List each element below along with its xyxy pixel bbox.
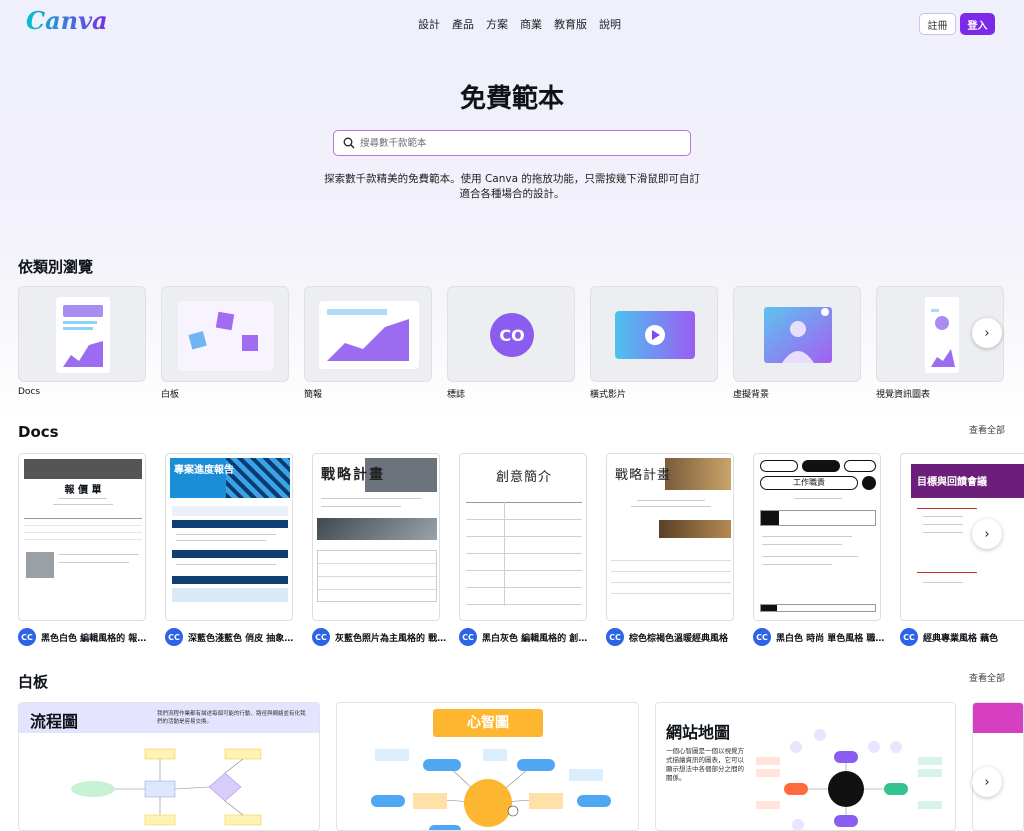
logo-illustration: CO (490, 313, 534, 357)
wb-thumb-desc: 我們流程作業都有描述每個可能的行動、路徑與網絡並有化我們的活動是容易交換。 (157, 711, 306, 725)
canva-logo[interactable]: Canva (26, 6, 108, 35)
whiteboard-section-title: 白板 (18, 673, 49, 691)
nav-business[interactable]: 商業 (520, 16, 542, 32)
hero-description: 探索數千款精美的免費範本。使用 Canva 的拖放功能，只需按幾下滑鼠即可自訂適… (324, 173, 700, 200)
whiteboard-template-card[interactable] (972, 702, 1024, 831)
doc-thumb-title: 目標與回饋會議 (917, 477, 987, 488)
doc-meta: CC 黑色白色 編輯風格的 報價單 (18, 628, 156, 646)
nav-help[interactable]: 說明 (599, 16, 621, 32)
chevron-right-icon: › (984, 774, 990, 790)
doc-title[interactable]: 黑白色 時尚 單色風格 職務和工作職責 (776, 631, 890, 644)
category-logo[interactable]: CO (447, 286, 575, 382)
category-whiteboard[interactable] (161, 286, 289, 382)
doc-meta: CC 黑白色 時尚 單色風格 職務和工作職責 (753, 628, 891, 646)
mindmap-illustration (371, 749, 611, 830)
doc-template-card[interactable]: 報 價 單 (18, 453, 146, 621)
signup-button[interactable]: 註冊 (919, 13, 956, 35)
doc-title[interactable]: 經典專業風格 藕色 (923, 631, 1024, 644)
doc-template-card[interactable]: 創意簡介 (459, 453, 587, 621)
docs-illustration (56, 297, 110, 373)
doc-thumb-photo (24, 459, 142, 479)
doc-thumb-title: 專案進度報告 (174, 465, 234, 476)
doc-template-card[interactable]: 目標與回饋會議 (900, 453, 1024, 621)
template-search[interactable] (333, 130, 691, 156)
presentation-illustration (319, 301, 419, 369)
nav-education[interactable]: 教育版 (554, 16, 587, 32)
creator-avatar[interactable]: CC (606, 628, 624, 646)
whiteboard-illustration (178, 301, 274, 371)
doc-meta: CC 黑白灰色 編輯風格的 創意簡介 (459, 628, 597, 646)
category-next-button[interactable]: › (972, 318, 1002, 348)
doc-title[interactable]: 棕色棕褐色溫暖經典風格 (629, 631, 743, 644)
doc-template-card[interactable]: 戰略計畫 (606, 453, 734, 621)
creator-avatar[interactable]: CC (900, 628, 918, 646)
whiteboard-template-flowchart[interactable]: 流程圖 我們流程作業都有描述每個可能的行動、路徑與網絡並有化我們的活動是容易交換… (18, 702, 320, 831)
docs-next-button[interactable]: › (972, 519, 1002, 549)
login-button[interactable]: 登入 (960, 13, 995, 35)
creator-avatar[interactable]: CC (459, 628, 477, 646)
whiteboard-template-mindmap[interactable]: 心智圖 (336, 702, 639, 831)
creator-avatar[interactable]: CC (312, 628, 330, 646)
doc-title[interactable]: 黑白灰色 編輯風格的 創意簡介 (482, 631, 596, 644)
category-label-logo: 標誌 (447, 390, 466, 400)
category-label-video: 橫式影片 (590, 390, 627, 400)
category-label-whiteboard: 白板 (161, 390, 180, 400)
chevron-right-icon: › (984, 325, 990, 341)
search-input[interactable] (360, 134, 680, 153)
category-docs[interactable] (18, 286, 146, 382)
doc-thumb-title: 創意簡介 (495, 470, 552, 485)
nav-product[interactable]: 產品 (452, 16, 474, 32)
whiteboard-template-sitemap[interactable]: 網站地圖 一個心智圖是一個以視覺方式描繪資訊的圖表，它可以顯示想法中各個部分之間… (655, 702, 956, 831)
site-header: Canva 設計 產品 方案 商業 教育版 說明 註冊 登入 (0, 0, 1024, 46)
doc-thumb-title: 工作職責 (760, 476, 858, 490)
video-illustration (615, 311, 695, 359)
docs-section-title: Docs (18, 423, 59, 441)
doc-meta: CC 經典專業風格 藕色 (900, 628, 1024, 646)
doc-thumb-title: 戰略計畫 (615, 468, 672, 483)
chevron-right-icon: › (984, 526, 990, 542)
category-label-virtual-background: 虛擬背景 (733, 390, 770, 400)
flowchart-illustration (71, 748, 262, 826)
nav-design[interactable]: 設計 (418, 16, 440, 32)
category-label-presentation: 簡報 (304, 390, 323, 400)
nav-plans[interactable]: 方案 (486, 16, 508, 32)
doc-meta: CC 棕色棕褐色溫暖經典風格 (606, 628, 744, 646)
doc-thumb-title: 報 價 單 (64, 485, 102, 496)
svg-text:CO: CO (499, 326, 524, 345)
doc-title[interactable]: 灰藍色照片為主風格的 戰略計畫 (335, 631, 449, 644)
doc-thumb-image (26, 552, 54, 578)
page-title: 免費範本 (459, 84, 564, 114)
category-presentation[interactable] (304, 286, 432, 382)
whiteboard-next-button[interactable]: › (972, 767, 1002, 797)
doc-thumb-title: 戰略計畫 (321, 467, 385, 483)
whiteboard-see-all-link[interactable]: 查看全部 (969, 671, 1005, 684)
category-landscape-video[interactable] (590, 286, 718, 382)
doc-template-card[interactable]: 專案進度報告 (165, 453, 293, 621)
virtual-background-illustration (764, 307, 832, 363)
category-virtual-background[interactable] (733, 286, 861, 382)
doc-template-card[interactable]: 戰略計畫 (312, 453, 440, 621)
docs-see-all-link[interactable]: 查看全部 (969, 423, 1005, 436)
doc-title[interactable]: 黑色白色 編輯風格的 報價單 (41, 631, 155, 644)
creator-avatar[interactable]: CC (753, 628, 771, 646)
search-icon (343, 137, 355, 149)
main-nav: 設計 產品 方案 商業 教育版 說明 (418, 16, 621, 32)
doc-meta: CC 灰藍色照片為主風格的 戰略計畫 (312, 628, 450, 646)
creator-avatar[interactable]: CC (18, 628, 36, 646)
category-label-infographic: 視覺資訊圖表 (876, 390, 931, 400)
category-section-title: 依類別瀏覽 (18, 258, 94, 276)
wb-thumb-title: 流程圖 (30, 712, 79, 731)
doc-title[interactable]: 深藍色淺藍色 俏皮 抽象風格 (188, 631, 302, 644)
doc-meta: CC 深藍色淺藍色 俏皮 抽象風格 (165, 628, 303, 646)
category-label-docs: Docs (18, 387, 41, 397)
creator-avatar[interactable]: CC (165, 628, 183, 646)
doc-template-card[interactable]: 工作職責 (753, 453, 881, 621)
sitemap-illustration (756, 729, 942, 830)
